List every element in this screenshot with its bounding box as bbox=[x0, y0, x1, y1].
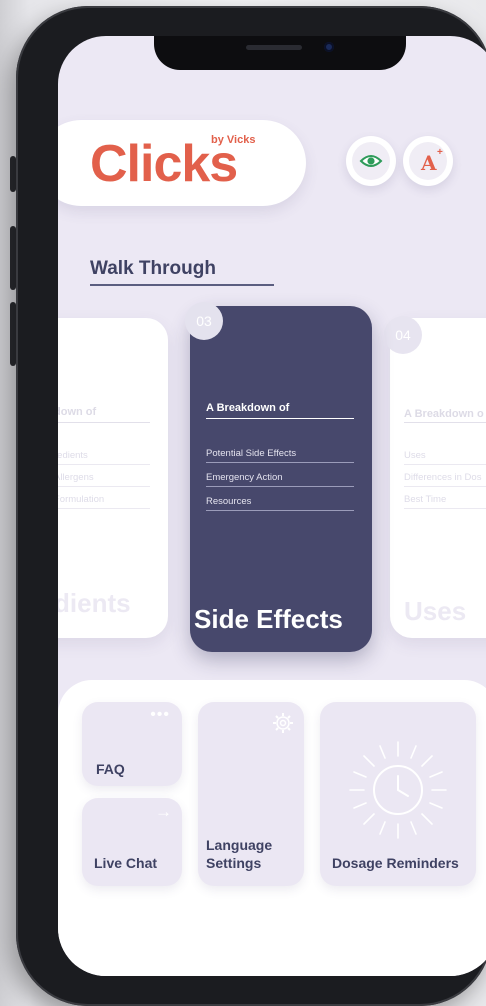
card-subtitle: down of bbox=[58, 406, 97, 418]
font-size-plus: + bbox=[437, 147, 443, 158]
font-size-button[interactable]: A + bbox=[403, 136, 453, 186]
language-label-line2: Settings bbox=[206, 855, 262, 871]
card-rule bbox=[206, 462, 354, 463]
card-rule bbox=[58, 508, 150, 509]
walkthrough-underline bbox=[90, 284, 274, 286]
visibility-button-inner bbox=[352, 142, 390, 180]
card-rule bbox=[206, 510, 354, 511]
font-size-label: A bbox=[421, 151, 437, 175]
card-number: 03 bbox=[185, 302, 223, 340]
phone-frame: Clicks by Vicks A + Walk Through down of bbox=[16, 6, 486, 1006]
dosage-reminders-tile[interactable]: Dosage Reminders bbox=[320, 702, 476, 886]
card-subtitle: A Breakdown o bbox=[404, 408, 484, 420]
card-item: Emergency Action bbox=[206, 472, 283, 483]
card-item: Best Time bbox=[404, 494, 447, 505]
faq-tile[interactable]: ••• FAQ bbox=[82, 702, 182, 786]
card-rule bbox=[404, 508, 486, 509]
logo-subtext: by Vicks bbox=[211, 134, 256, 146]
language-settings-tile[interactable]: Language Settings bbox=[198, 702, 304, 886]
visibility-button[interactable] bbox=[346, 136, 396, 186]
text-size-icon: A + bbox=[409, 142, 447, 180]
card-item: Resources bbox=[206, 496, 252, 507]
eye-icon bbox=[359, 155, 383, 167]
arrow-right-icon: → bbox=[155, 802, 172, 821]
card-big-label: Uses bbox=[404, 596, 467, 626]
speaker bbox=[246, 45, 302, 50]
more-dots-icon: ••• bbox=[150, 706, 170, 723]
walkthrough-card-uses[interactable]: A Breakdown o Uses Differences in Dos Be… bbox=[390, 318, 486, 638]
notch bbox=[154, 36, 406, 70]
camera bbox=[324, 42, 334, 52]
faq-label: FAQ bbox=[96, 761, 125, 777]
card-rule bbox=[404, 486, 486, 487]
card-item: Allergens bbox=[58, 472, 94, 483]
app-screen: Clicks by Vicks A + Walk Through down of bbox=[58, 36, 486, 976]
card-big-label: dients bbox=[58, 588, 131, 618]
card-item: Differences in Dos bbox=[404, 472, 482, 483]
card-rule bbox=[58, 422, 150, 423]
live-chat-label: Live Chat bbox=[94, 855, 158, 871]
card-big-label: Side Effects bbox=[194, 604, 343, 634]
dosage-label: Dosage Reminders bbox=[332, 855, 459, 871]
card-subtitle: A Breakdown of bbox=[206, 402, 290, 414]
card-rule bbox=[206, 486, 354, 487]
card-rule bbox=[58, 486, 150, 487]
card-rule bbox=[404, 422, 486, 423]
walkthrough-title: Walk Through bbox=[90, 258, 216, 279]
card-item: redients bbox=[58, 450, 88, 461]
card-rule bbox=[58, 464, 150, 465]
walkthrough-card-ingredients[interactable]: down of redients Allergens Formulation d… bbox=[58, 318, 168, 638]
card-item: Formulation bbox=[58, 494, 105, 505]
card-rule bbox=[404, 464, 486, 465]
logo-header: Clicks by Vicks bbox=[58, 120, 306, 206]
card-rule bbox=[206, 418, 354, 419]
card-item: Potential Side Effects bbox=[206, 448, 297, 459]
clock-icon bbox=[349, 741, 447, 839]
gear-icon bbox=[273, 713, 293, 733]
live-chat-tile[interactable]: → Live Chat bbox=[82, 798, 182, 886]
card-number: 04 bbox=[384, 316, 422, 354]
language-label-line1: Language bbox=[206, 837, 273, 853]
walkthrough-card-side-effects[interactable]: A Breakdown of Potential Side Effects Em… bbox=[190, 306, 372, 652]
card-item: Uses bbox=[404, 450, 426, 461]
